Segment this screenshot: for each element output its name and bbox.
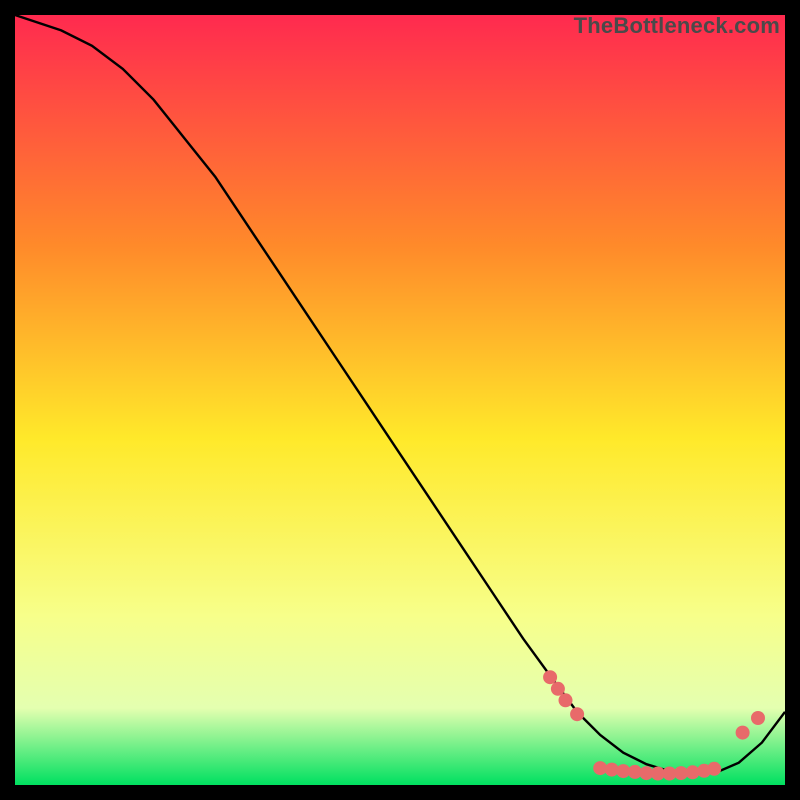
marker-dot xyxy=(736,726,750,740)
marker-dot xyxy=(559,693,573,707)
marker-dot xyxy=(751,711,765,725)
marker-dot xyxy=(707,762,721,776)
chart-svg xyxy=(15,15,785,785)
marker-dot xyxy=(570,707,584,721)
marker-dot xyxy=(551,682,565,696)
gradient-background xyxy=(15,15,785,785)
watermark-text: TheBottleneck.com xyxy=(574,13,780,39)
marker-dot xyxy=(543,670,557,684)
chart-frame: TheBottleneck.com xyxy=(15,15,785,785)
